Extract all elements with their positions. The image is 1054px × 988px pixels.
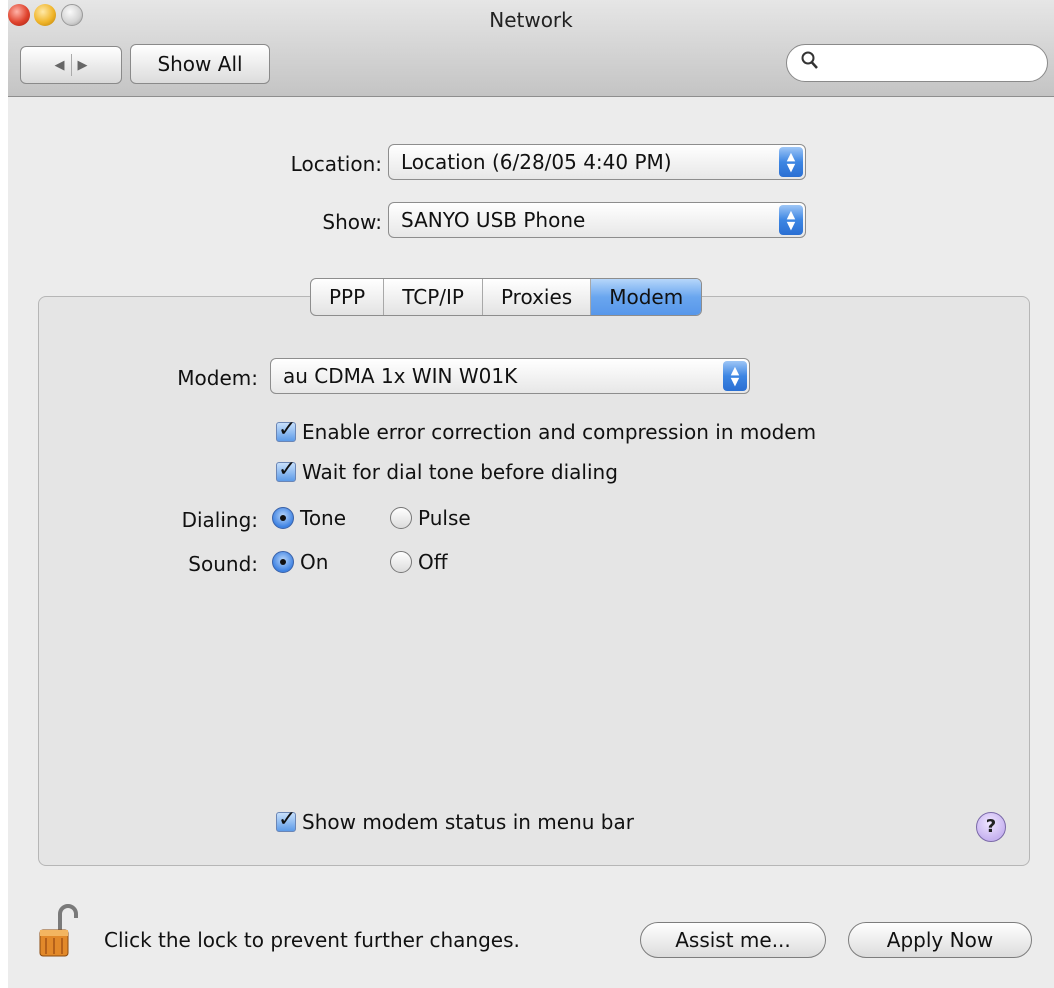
wait-dial-tone-checkbox[interactable]: ✓ Wait for dial tone before dialing: [276, 457, 618, 484]
wait-dial-tone-label: Wait for dial tone before dialing: [302, 460, 618, 484]
radio-pulse[interactable]: Pulse: [390, 506, 471, 530]
location-popup[interactable]: Location (6/28/05 4:40 PM) ▲ ▼: [388, 144, 806, 180]
back-button[interactable]: ◀: [55, 58, 65, 73]
lock-message: Click the lock to prevent further change…: [104, 928, 520, 952]
dialing-label: Dialing:: [181, 508, 258, 532]
radio-on[interactable]: On: [272, 550, 390, 574]
forward-button[interactable]: ▶: [78, 58, 88, 73]
tab-ppp[interactable]: PPP: [311, 279, 385, 315]
dialing-radio-group: Tone Pulse: [272, 506, 471, 530]
window-title: Network: [489, 8, 573, 32]
radio-off-label: Off: [418, 550, 448, 574]
radio-unselected[interactable]: [390, 507, 412, 529]
popup-arrows-icon: ▲ ▼: [779, 147, 803, 177]
show-modem-status-checkbox[interactable]: ✓ Show modem status in menu bar: [276, 807, 634, 834]
network-preferences-window: Network ◀ ▶ Show All Location: Location …: [8, 0, 1054, 988]
error-correction-label: Enable error correction and compression …: [302, 420, 817, 444]
popup-arrows-icon: ▲ ▼: [723, 361, 747, 391]
tab-proxies[interactable]: Proxies: [483, 279, 592, 315]
sound-label: Sound:: [188, 552, 258, 576]
modem-value: au CDMA 1x WIN W01K: [283, 364, 518, 388]
modem-label: Modem:: [177, 366, 258, 390]
tab-bar: PPP TCP/IP Proxies Modem: [310, 278, 703, 316]
location-label: Location:: [290, 152, 382, 176]
search-icon: [801, 51, 819, 76]
location-value: Location (6/28/05 4:40 PM): [401, 150, 672, 174]
help-button[interactable]: ?: [976, 812, 1006, 842]
lock-icon[interactable]: [38, 904, 78, 958]
radio-tone-label: Tone: [300, 506, 347, 530]
sound-radio-group: On Off: [272, 550, 448, 574]
show-modem-status-label: Show modem status in menu bar: [302, 810, 634, 834]
search-field[interactable]: [786, 44, 1048, 82]
radio-on-label: On: [300, 550, 329, 574]
checkbox-checked[interactable]: ✓: [276, 417, 296, 442]
modem-popup[interactable]: au CDMA 1x WIN W01K ▲ ▼: [270, 358, 750, 394]
search-input[interactable]: [827, 51, 1031, 77]
toolbar: Network ◀ ▶ Show All: [8, 0, 1054, 97]
checkbox-checked[interactable]: ✓: [276, 807, 296, 832]
apply-now-button[interactable]: Apply Now: [848, 922, 1032, 958]
radio-tone[interactable]: Tone: [272, 506, 390, 530]
tab-modem[interactable]: Modem: [591, 279, 702, 315]
show-popup[interactable]: SANYO USB Phone ▲ ▼: [388, 202, 806, 238]
radio-selected[interactable]: [272, 551, 294, 573]
radio-off[interactable]: Off: [390, 550, 448, 574]
error-correction-checkbox[interactable]: ✓ Enable error correction and compressio…: [276, 417, 817, 444]
assist-me-button[interactable]: Assist me...: [640, 922, 826, 958]
radio-selected[interactable]: [272, 507, 294, 529]
checkbox-checked[interactable]: ✓: [276, 457, 296, 482]
show-all-button[interactable]: Show All: [130, 44, 270, 84]
back-forward-control: ◀ ▶: [20, 46, 122, 84]
divider: [70, 54, 72, 76]
radio-pulse-label: Pulse: [418, 506, 471, 530]
tab-tcpip[interactable]: TCP/IP: [384, 279, 483, 315]
popup-arrows-icon: ▲ ▼: [779, 205, 803, 235]
show-label: Show:: [322, 210, 382, 234]
radio-unselected[interactable]: [390, 551, 412, 573]
show-value: SANYO USB Phone: [401, 208, 586, 232]
